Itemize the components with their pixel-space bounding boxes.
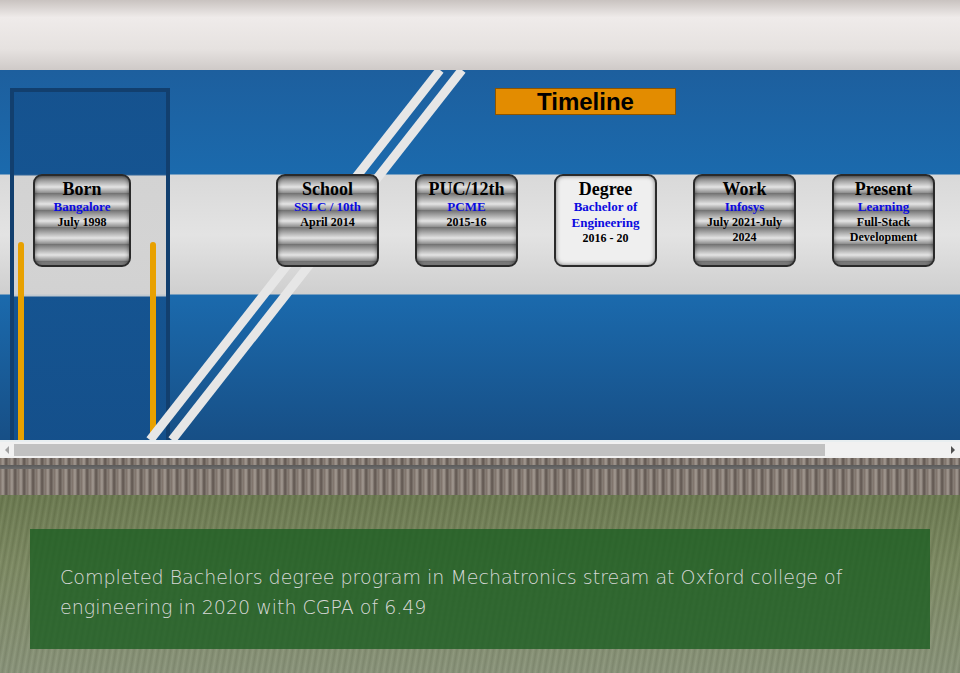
- horizontal-scrollbar[interactable]: [0, 440, 960, 458]
- card-title: Work: [699, 179, 790, 199]
- card-detail: July 2021-July 2024: [699, 215, 790, 245]
- scroll-right-icon[interactable]: [951, 446, 955, 454]
- card-detail: Full-Stack Development: [838, 215, 929, 245]
- description-box: Completed Bachelors degree program in Me…: [30, 529, 930, 649]
- scroll-left-icon[interactable]: [5, 446, 9, 454]
- timeline-card[interactable]: PUC/12thPCME2015-16: [415, 174, 518, 267]
- coach-roof: [0, 0, 960, 70]
- card-subtitle: Bangalore: [39, 199, 125, 215]
- timeline-content: Timeline BornBangaloreJuly 1998 SchoolSSLC…: [0, 70, 960, 267]
- card-title: Born: [39, 179, 125, 199]
- timeline-card[interactable]: DegreeBachelor of Engineering2016 - 20: [554, 174, 657, 267]
- card-subtitle: SSLC / 10th: [282, 199, 373, 215]
- card-subtitle: PCME: [421, 199, 512, 215]
- train-coach: Timeline BornBangaloreJuly 1998 SchoolSSLC…: [0, 0, 960, 440]
- scroll-track[interactable]: [14, 443, 946, 457]
- card-subtitle: Learning: [838, 199, 929, 215]
- timeline-card[interactable]: WorkInfosysJuly 2021-July 2024: [693, 174, 796, 267]
- card-detail: July 1998: [39, 215, 125, 230]
- card-title: Present: [838, 179, 929, 199]
- card-detail: April 2014: [282, 215, 373, 230]
- timeline-row[interactable]: BornBangaloreJuly 1998 SchoolSSLC / 10thA…: [0, 174, 960, 267]
- door-handle: [18, 242, 24, 440]
- card-subtitle: Infosys: [699, 199, 790, 215]
- coach-body: Timeline BornBangaloreJuly 1998 SchoolSSLC…: [0, 70, 960, 440]
- rail-track: [0, 458, 960, 495]
- card-title: Degree: [560, 179, 651, 199]
- timeline-card[interactable]: SchoolSSLC / 10thApril 2014: [276, 174, 379, 267]
- card-title: PUC/12th: [421, 179, 512, 199]
- card-detail: 2015-16: [421, 215, 512, 230]
- timeline-page: Timeline BornBangaloreJuly 1998 SchoolSSLC…: [0, 0, 960, 673]
- timeline-card[interactable]: PresentLearningFull-Stack Development: [832, 174, 935, 267]
- title-row: Timeline: [0, 70, 960, 115]
- grass-ground: Completed Bachelors degree program in Me…: [0, 495, 960, 673]
- scroll-thumb[interactable]: [14, 444, 825, 456]
- card-title: School: [282, 179, 373, 199]
- card-detail: 2016 - 20: [560, 231, 651, 246]
- card-subtitle: Bachelor of Engineering: [560, 199, 651, 231]
- door-handle: [150, 242, 156, 440]
- timeline-title: Timeline: [495, 88, 676, 115]
- timeline-card[interactable]: BornBangaloreJuly 1998: [33, 174, 131, 267]
